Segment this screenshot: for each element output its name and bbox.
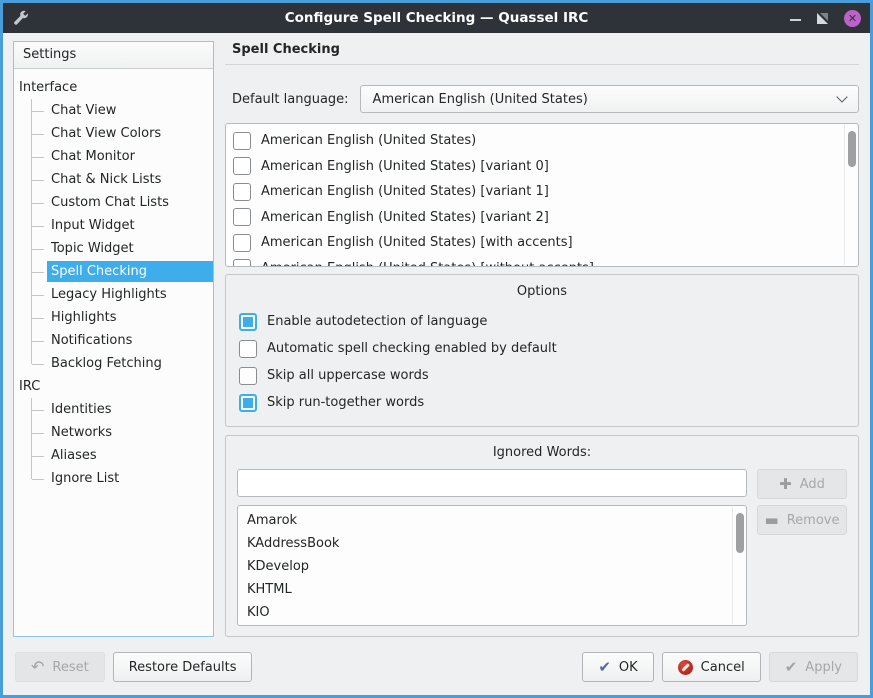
sidebar-item-spell-checking[interactable]: Spell Checking — [14, 260, 213, 283]
spell-checking-page: Spell Checking Default language: America… — [225, 41, 859, 637]
language-list-scrollbar[interactable] — [844, 125, 857, 265]
sidebar-item-chat-nick-lists[interactable]: Chat & Nick Lists — [14, 168, 213, 191]
sidebar-item-interface[interactable]: Interface — [14, 76, 213, 99]
option-autodetect-language[interactable]: Enable autodetection of language — [237, 308, 847, 335]
sidebar-item-chat-view-colors[interactable]: Chat View Colors — [14, 122, 213, 145]
sidebar-item-backlog-fetching[interactable]: Backlog Fetching — [14, 352, 213, 375]
apply-button[interactable]: ✔ Apply — [769, 652, 858, 682]
sidebar-item-custom-chat-lists[interactable]: Custom Chat Lists — [14, 191, 213, 214]
sidebar-item-input-widget[interactable]: Input Widget — [14, 214, 213, 237]
plus-icon: ✚ — [779, 477, 792, 492]
scrollbar-thumb[interactable] — [736, 513, 744, 553]
option-skip-run-together[interactable]: Skip run-together words — [237, 389, 847, 416]
options-group-title: Options — [237, 282, 847, 308]
language-checkbox[interactable] — [233, 259, 251, 267]
scrollbar-thumb[interactable] — [848, 131, 856, 167]
language-list-item[interactable]: American English (United States) [with a… — [233, 230, 842, 256]
language-checkbox[interactable] — [233, 157, 251, 175]
checkbox-checked[interactable] — [239, 313, 257, 331]
checkbox-unchecked[interactable] — [239, 367, 257, 385]
checkbox-checked[interactable] — [239, 394, 257, 412]
default-language-label: Default language: — [232, 92, 349, 107]
default-language-value: American English (United States) — [373, 92, 588, 107]
ignored-words-list: Amarok KAddressBook KDevelop KHTML KIO — [237, 505, 747, 626]
sidebar-header: Settings — [14, 42, 213, 69]
language-list-item[interactable]: American English (United States) — [233, 128, 842, 154]
checkbox-unchecked[interactable] — [239, 340, 257, 358]
language-list: American English (United States) America… — [225, 123, 859, 267]
reset-button[interactable]: ↶ Reset — [15, 652, 105, 682]
chevron-down-icon — [836, 91, 847, 102]
check-icon: ✔ — [785, 660, 798, 675]
cancel-icon — [678, 660, 693, 675]
restore-icon[interactable] — [816, 12, 829, 25]
window-title: Configure Spell Checking — Quassel IRC — [3, 10, 870, 26]
ignored-words-scrollbar[interactable] — [732, 507, 745, 624]
language-checkbox[interactable] — [233, 234, 251, 252]
ignored-word-item[interactable]: KAddressBook — [247, 532, 730, 555]
settings-sidebar: Settings Interface Chat View Chat View C… — [13, 41, 214, 637]
sidebar-item-legacy-highlights[interactable]: Legacy Highlights — [14, 283, 213, 306]
ignored-word-item[interactable]: KDevelop — [247, 555, 730, 578]
ignored-word-input[interactable] — [237, 469, 747, 497]
ignored-word-item[interactable]: KHTML — [247, 578, 730, 601]
language-list-item[interactable]: American English (United States) [withou… — [233, 256, 842, 268]
ok-button[interactable]: ✔ OK — [582, 652, 653, 682]
sidebar-item-networks[interactable]: Networks — [14, 421, 213, 444]
language-list-item[interactable]: American English (United States) [varian… — [233, 179, 842, 205]
sidebar-item-identities[interactable]: Identities — [14, 398, 213, 421]
wrench-icon — [12, 8, 32, 28]
sidebar-item-chat-view[interactable]: Chat View — [14, 99, 213, 122]
titlebar[interactable]: Configure Spell Checking — Quassel IRC ✕ — [3, 3, 870, 33]
ignored-words-title: Ignored Words: — [237, 443, 847, 469]
page-title: Spell Checking — [225, 41, 859, 64]
language-checkbox[interactable] — [233, 183, 251, 201]
sidebar-item-topic-widget[interactable]: Topic Widget — [14, 237, 213, 260]
button-bar: ↶ Reset Restore Defaults ✔ OK Cancel ✔ A… — [3, 647, 870, 695]
option-auto-spellcheck-default[interactable]: Automatic spell checking enabled by defa… — [237, 335, 847, 362]
minimize-icon[interactable] — [790, 19, 801, 21]
default-language-select[interactable]: American English (United States) — [360, 85, 859, 113]
language-checkbox[interactable] — [233, 208, 251, 226]
minus-icon: ▬ — [765, 513, 779, 528]
sidebar-item-ignore-list[interactable]: Ignore List — [14, 467, 213, 490]
check-icon: ✔ — [598, 660, 611, 675]
divider — [225, 64, 859, 65]
sidebar-item-chat-monitor[interactable]: Chat Monitor — [14, 145, 213, 168]
sidebar-item-irc[interactable]: IRC — [14, 375, 213, 398]
restore-defaults-button[interactable]: Restore Defaults — [113, 652, 253, 682]
language-list-item[interactable]: American English (United States) [varian… — [233, 154, 842, 180]
cancel-button[interactable]: Cancel — [662, 652, 761, 682]
settings-tree: Interface Chat View Chat View Colors Cha… — [14, 69, 213, 636]
remove-button[interactable]: ▬ Remove — [757, 505, 847, 535]
ignored-word-item[interactable]: Amarok — [247, 509, 730, 532]
sidebar-item-aliases[interactable]: Aliases — [14, 444, 213, 467]
sidebar-item-highlights[interactable]: Highlights — [14, 306, 213, 329]
ignored-word-item[interactable]: KIO — [247, 601, 730, 624]
sidebar-item-notifications[interactable]: Notifications — [14, 329, 213, 352]
undo-icon: ↶ — [31, 659, 44, 675]
close-icon[interactable]: ✕ — [844, 10, 861, 27]
options-group: Options Enable autodetection of language… — [225, 274, 859, 427]
language-checkbox[interactable] — [233, 132, 251, 150]
add-button[interactable]: ✚ Add — [757, 469, 847, 499]
dialog-window: Configure Spell Checking — Quassel IRC ✕… — [0, 0, 873, 698]
language-list-item[interactable]: American English (United States) [varian… — [233, 205, 842, 231]
ignored-words-group: Ignored Words: ✚ Add Amarok KAddressBook… — [225, 435, 859, 637]
option-skip-uppercase[interactable]: Skip all uppercase words — [237, 362, 847, 389]
